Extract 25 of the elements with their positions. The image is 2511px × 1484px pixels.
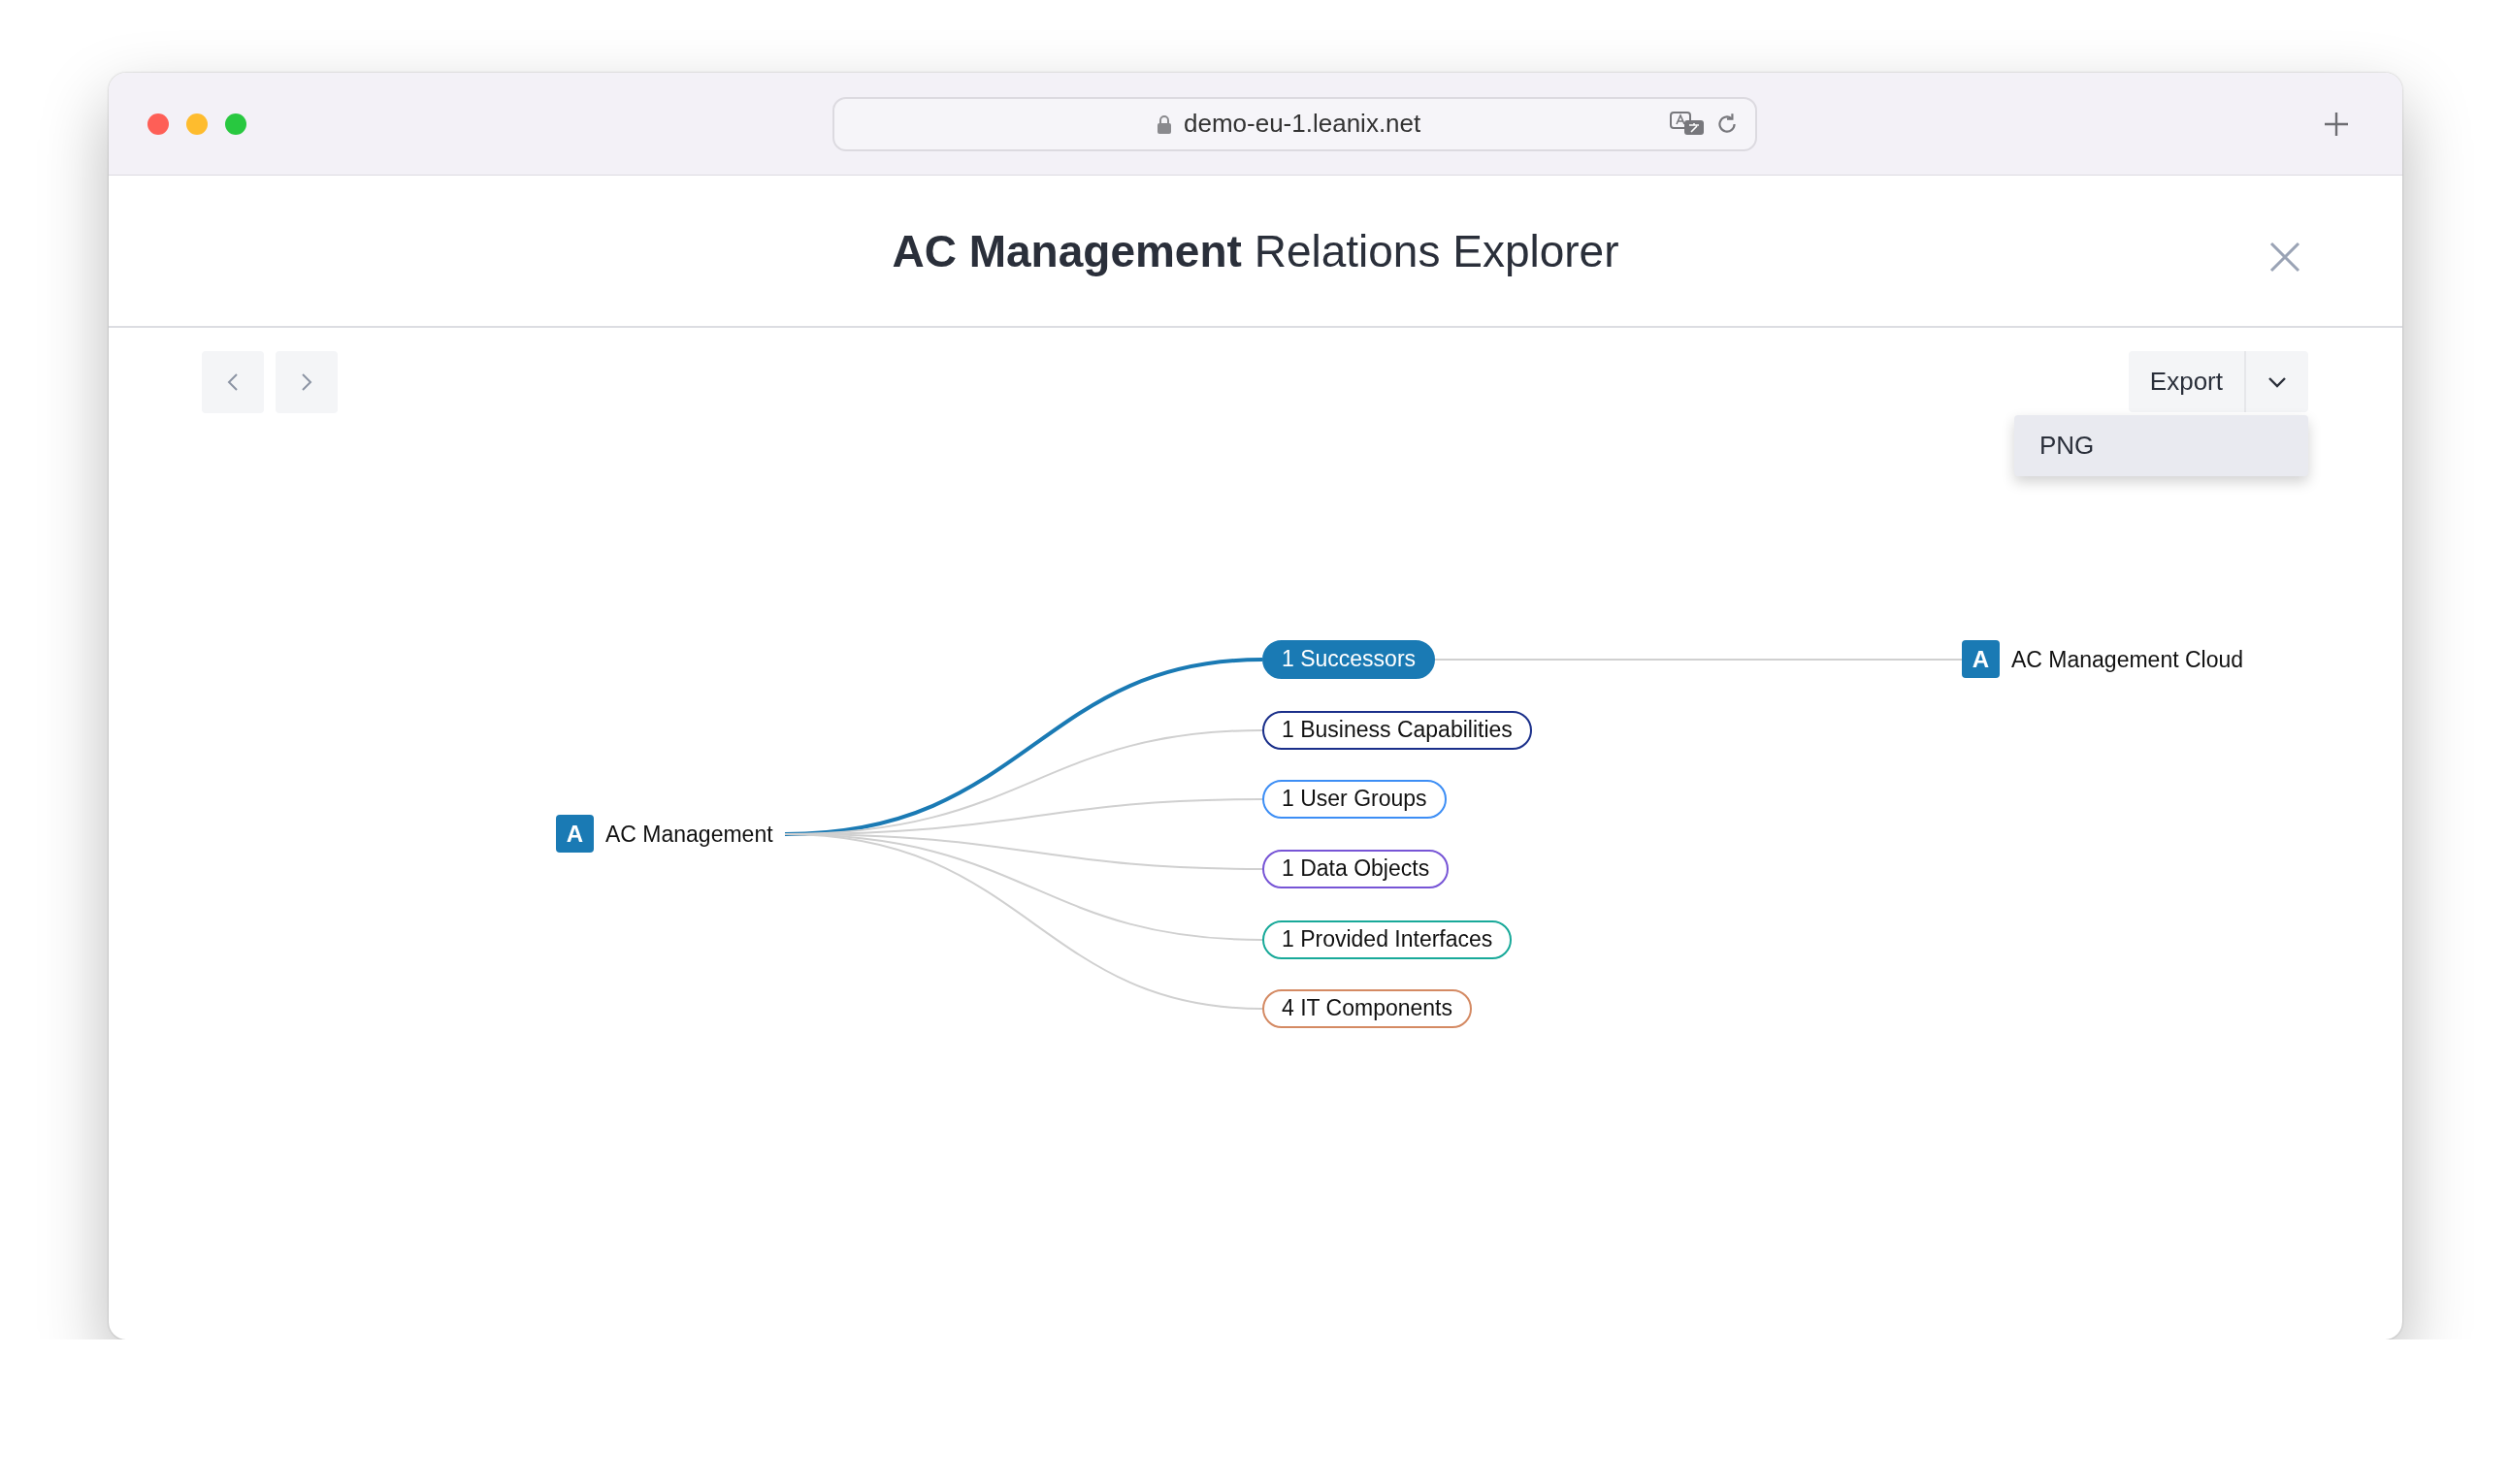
application-icon: A: [1962, 640, 2000, 678]
translate-icon[interactable]: [1670, 111, 1705, 137]
url-text: demo-eu-1.leanix.net: [1184, 109, 1421, 139]
minimize-window-button[interactable]: [186, 113, 208, 135]
relation-pill[interactable]: 1 Data Objects: [1262, 850, 1450, 888]
related-node-label[interactable]: AC Management Cloud: [2011, 644, 2244, 675]
chevron-left-icon: [227, 372, 239, 392]
close-window-button[interactable]: [147, 113, 169, 135]
chevron-right-icon: [301, 372, 312, 392]
relation-pill[interactable]: 4 IT Components: [1262, 989, 1472, 1028]
export-button[interactable]: Export: [2128, 351, 2244, 412]
new-tab-icon[interactable]: [2323, 110, 2350, 138]
relation-pill[interactable]: 1 Successors: [1262, 640, 1436, 679]
relation-pill[interactable]: 1 Provided Interfaces: [1262, 920, 1513, 959]
menu-item[interactable]: PNG: [2014, 415, 2308, 476]
relation-pill[interactable]: 1 Business Capabilities: [1262, 711, 1532, 750]
address-bar[interactable]: demo-eu-1.leanix.net: [832, 96, 1757, 151]
caret-icon: [2267, 375, 2287, 388]
lock-icon: [1157, 113, 1172, 134]
page-title: AC Management Relations Explorer: [892, 224, 1619, 277]
application-icon: A: [556, 815, 594, 853]
relation-pill[interactable]: 1 User Groups: [1262, 780, 1447, 819]
zoom-window-button[interactable]: [225, 113, 246, 135]
root-node-label[interactable]: AC Management: [605, 819, 773, 850]
close-icon[interactable]: [2269, 242, 2300, 273]
